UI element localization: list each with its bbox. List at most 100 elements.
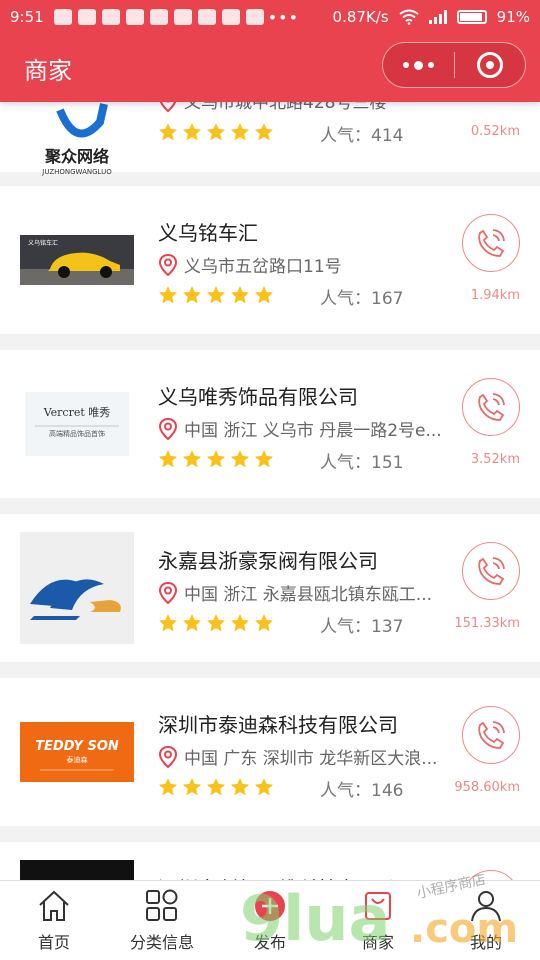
app-notification-icon: [77, 9, 96, 25]
bottom-tab-bar: 首页 分类信息 发布 商家 我的: [0, 880, 540, 960]
merchant-logo: Vercret 唯秀 高端精品饰品首饰: [20, 368, 134, 480]
star-icon: [207, 614, 225, 632]
logo-subtext: JUZHONGWANGLUO: [41, 168, 112, 176]
star-icon: [183, 778, 201, 796]
logo-text: 聚众网络: [44, 147, 109, 166]
more-menu-button[interactable]: [383, 43, 454, 87]
tab-label: 首页: [37, 932, 70, 952]
rating-stars: [158, 613, 274, 633]
app-notification-icon: [197, 9, 216, 25]
merchant-card[interactable]: TEDDY SON 泰迪森 深圳市泰迪森科技有限公司 中国 广东 深圳市 龙华新…: [0, 678, 540, 826]
merchant-card[interactable]: 义乌铭车汇 义乌铭车汇 义乌市五岔路口11号 人气：167 1.94km: [0, 186, 540, 334]
home-icon: [39, 890, 69, 921]
merchant-address: 中国 广东 深圳市 龙华新区大浪...: [158, 744, 448, 769]
star-icon: [159, 614, 177, 632]
merchant-address: 义乌市五岔路口11号: [158, 252, 448, 277]
app-notification-icon: [221, 9, 240, 25]
app-notification-icon: [53, 9, 72, 25]
rating-stars: [158, 122, 274, 142]
star-icon: [183, 450, 201, 468]
shop-icon: [365, 891, 391, 920]
app-notification-icon: [149, 9, 168, 25]
tab-merchants[interactable]: 商家: [324, 881, 432, 960]
location-pin-icon: [158, 417, 178, 440]
grid-icon: [146, 889, 178, 921]
star-icon: [255, 123, 273, 141]
app-notification-icon: [245, 9, 264, 25]
tab-home[interactable]: 首页: [0, 881, 108, 960]
logo-text: Vercret 唯秀: [43, 406, 111, 419]
popularity-count: 人气：151: [320, 453, 404, 473]
network-speed: 0.87K/s: [332, 8, 389, 26]
app-notification-icon: [125, 9, 144, 25]
merchant-name: 深圳市泰迪森科技有限公司: [158, 713, 398, 737]
location-pin-icon: [158, 581, 178, 604]
tab-publish[interactable]: 发布: [216, 881, 324, 960]
rating-stars: [158, 285, 274, 305]
star-icon: [159, 450, 177, 468]
popularity-count: 人气：137: [320, 617, 404, 637]
star-icon: [255, 450, 273, 468]
app-notification-icon: [101, 9, 120, 25]
distance-label: 0.52km: [470, 124, 520, 139]
notification-icons: [53, 9, 264, 25]
star-icon: [255, 286, 273, 304]
tab-profile[interactable]: 我的: [432, 881, 540, 960]
star-icon: [231, 778, 249, 796]
user-icon: [471, 890, 501, 921]
logo-text: 义乌铭车汇: [28, 239, 58, 247]
distance-label: 3.52km: [470, 452, 520, 467]
merchant-name: 永嘉县浙豪泵阀有限公司: [158, 549, 378, 573]
star-icon: [231, 450, 249, 468]
battery-level: 91%: [496, 8, 530, 26]
merchant-logo: TEDDY SON 泰迪森: [20, 696, 134, 808]
star-icon: [159, 123, 177, 141]
star-icon: [183, 123, 201, 141]
star-icon: [231, 286, 249, 304]
tab-label: 我的: [469, 932, 502, 952]
call-button[interactable]: [462, 378, 520, 436]
merchant-address: 中国 浙江 永嘉县瓯北镇东瓯工...: [158, 580, 448, 605]
call-button[interactable]: [462, 706, 520, 764]
distance-label: 1.94km: [470, 288, 520, 303]
star-icon: [183, 286, 201, 304]
star-icon: [207, 286, 225, 304]
star-icon: [255, 778, 273, 796]
popularity-count: 人气：414: [320, 126, 404, 146]
merchant-logo: [20, 532, 134, 644]
status-time: 9:51: [10, 8, 44, 26]
tab-categories[interactable]: 分类信息: [108, 881, 216, 960]
merchant-card[interactable]: 永嘉县浙豪泵阀有限公司 中国 浙江 永嘉县瓯北镇东瓯工... 人气：137 15…: [0, 514, 540, 662]
rating-stars: [158, 449, 274, 469]
signal-icon: [428, 10, 447, 24]
status-bar: 9:51 ••• 0.87K/s 91%: [0, 0, 540, 34]
star-icon: [207, 450, 225, 468]
phone-icon: [478, 557, 505, 585]
popularity-count: 人气：167: [320, 289, 404, 309]
close-mini-program-button[interactable]: [455, 43, 526, 87]
rating-stars: [158, 777, 274, 797]
star-icon: [159, 778, 177, 796]
tab-label: 发布: [253, 932, 286, 952]
wifi-icon: [399, 9, 419, 25]
phone-icon: [478, 393, 505, 421]
star-icon: [207, 778, 225, 796]
merchant-card[interactable]: Vercret 唯秀 高端精品饰品首饰 义乌唯秀饰品有限公司 中国 浙江 义乌市…: [0, 350, 540, 498]
call-button[interactable]: [462, 214, 520, 272]
tab-label: 分类信息: [129, 932, 194, 952]
location-pin-icon: [158, 745, 178, 768]
distance-label: 958.60km: [454, 780, 520, 795]
mini-program-capsule: [382, 42, 526, 88]
merchant-name: 义乌铭车汇: [158, 221, 258, 245]
star-icon: [231, 614, 249, 632]
call-button[interactable]: [462, 542, 520, 600]
location-pin-icon: [158, 253, 178, 276]
phone-icon: [478, 721, 505, 749]
logo-subtext: 泰迪森: [67, 755, 88, 764]
star-icon: [207, 123, 225, 141]
app-notification-icon: [173, 9, 192, 25]
page-title: 商家: [24, 56, 72, 85]
top-bar: 9:51 ••• 0.87K/s 91% 商家: [0, 0, 540, 102]
logo-text: TEDDY SON: [35, 739, 119, 754]
star-icon: [231, 123, 249, 141]
